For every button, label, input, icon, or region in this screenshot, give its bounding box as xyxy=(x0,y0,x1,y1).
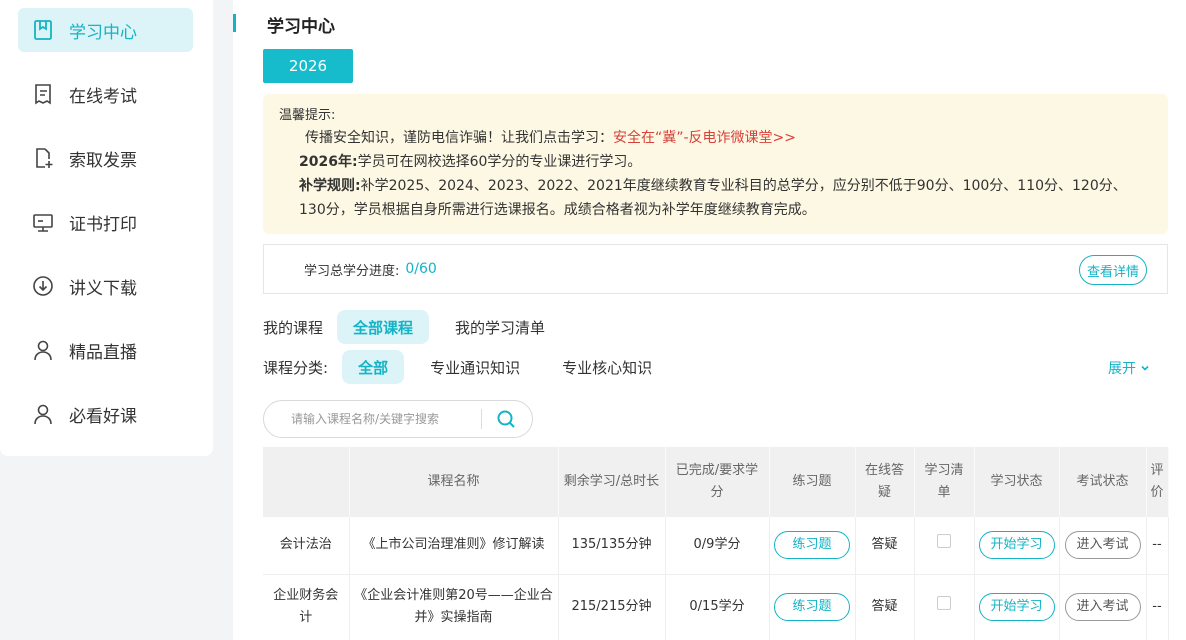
notice-text: 补学2025、2024、2023、2022、2021年度继续教育专业科目的总学分… xyxy=(299,178,1127,218)
study-list-cell xyxy=(914,574,975,640)
sidebar-item-online-exam[interactable]: 在线考试 xyxy=(18,72,193,116)
course-time: 215/215分钟 xyxy=(558,574,666,640)
monitor-icon xyxy=(32,211,54,233)
download-icon xyxy=(32,275,54,297)
course-credit: 0/15学分 xyxy=(665,574,770,640)
notice-text: 学员可在网校选择60学分的专业课进行学习。 xyxy=(357,154,642,170)
anti-fraud-link[interactable]: 安全在“冀”-反电诈微课堂>> xyxy=(613,130,796,146)
search-icon[interactable] xyxy=(496,409,516,429)
sidebar-item-invoice[interactable]: 索取发票 xyxy=(18,136,193,180)
study-list-cell xyxy=(914,517,975,575)
category-core-knowledge[interactable]: 专业核心知识 xyxy=(546,350,668,384)
tab-all-courses[interactable]: 全部课程 xyxy=(337,310,430,344)
notice-bold-label: 2026年: xyxy=(299,154,358,170)
col-header-study-list: 学习清单 xyxy=(914,447,975,517)
start-study-button[interactable]: 开始学习 xyxy=(978,531,1055,560)
notice-bold-label: 补学规则: xyxy=(299,178,361,194)
user-icon xyxy=(32,339,54,361)
exam-icon xyxy=(32,83,54,105)
sidebar-item-label: 讲义下载 xyxy=(69,278,137,299)
tab-year[interactable]: 2026 xyxy=(263,49,353,83)
course-tabs: 我的课程 全部课程 我的学习清单 xyxy=(263,310,571,344)
course-table: 课程名称 剩余学习/总时长 已完成/要求学分 练习题 在线答疑 学习清单 学习状… xyxy=(263,447,1169,640)
table-row: 企业财务会计 《企业会计准则第20号——企业合并》实操指南 215/215分钟 … xyxy=(263,574,1169,640)
category-filter: 课程分类: 全部 专业通识知识 专业核心知识 xyxy=(263,350,678,384)
expand-button[interactable]: 展开 xyxy=(1108,358,1150,378)
user-icon xyxy=(32,403,54,425)
enter-exam-button[interactable]: 进入考试 xyxy=(1064,531,1141,560)
exam-status-cell: 进入考试 xyxy=(1059,574,1147,640)
study-list-checkbox[interactable] xyxy=(937,596,951,610)
col-header-credits: 已完成/要求学分 xyxy=(665,447,770,517)
progress-value: 0/60 xyxy=(405,261,437,277)
search-box xyxy=(263,400,533,438)
sidebar-item-label: 证书打印 xyxy=(69,214,137,235)
col-header-practice: 练习题 xyxy=(769,447,856,517)
course-tabs-label: 我的课程 xyxy=(263,318,324,337)
col-header-rating: 评价 xyxy=(1146,447,1169,517)
rating-value: -- xyxy=(1146,574,1169,640)
sidebar-item-label: 在线考试 xyxy=(69,86,137,107)
notice-line-1: 传播安全知识，谨防电信诈骗！让我们点击学习：安全在“冀”-反电诈微课堂>> xyxy=(279,126,1152,150)
progress-label: 学习总学分进度: xyxy=(304,263,400,279)
start-study-button[interactable]: 开始学习 xyxy=(978,593,1055,621)
notice-line-2: 2026年:学员可在网校选择60学分的专业课进行学习。 xyxy=(279,150,1152,174)
qa-link[interactable]: 答疑 xyxy=(855,574,915,640)
sidebar-item-must-watch[interactable]: 必看好课 xyxy=(18,392,193,436)
col-header-exam-status: 考试状态 xyxy=(1059,447,1147,517)
enter-exam-button[interactable]: 进入考试 xyxy=(1064,593,1141,621)
sidebar: 学习中心 在线考试 索取发票 证书打印 讲义下载 精品直播 必看好课 xyxy=(0,0,213,456)
main-content: 学习中心 2026 温馨提示: 传播安全知识，谨防电信诈骗！让我们点击学习：安全… xyxy=(233,0,1186,640)
course-name: 《上市公司治理准则》修订解读 xyxy=(349,517,559,575)
search-divider xyxy=(481,409,482,429)
sidebar-item-certificate[interactable]: 证书打印 xyxy=(18,200,193,244)
notice-box: 温馨提示: 传播安全知识，谨防电信诈骗！让我们点击学习：安全在“冀”-反电诈微课… xyxy=(263,94,1168,234)
sidebar-item-label: 学习中心 xyxy=(69,22,137,43)
exam-status-cell: 进入考试 xyxy=(1059,517,1147,575)
practice-cell: 练习题 xyxy=(769,574,856,640)
course-name: 《企业会计准则第20号——企业合并》实操指南 xyxy=(349,574,559,640)
title-accent-bar xyxy=(233,14,236,32)
chevron-down-icon xyxy=(1140,363,1150,373)
col-header-qa: 在线答疑 xyxy=(855,447,915,517)
rating-value: -- xyxy=(1146,517,1169,575)
book-icon xyxy=(32,19,54,41)
study-status-cell: 开始学习 xyxy=(974,574,1060,640)
table-row: 会计法治 《上市公司治理准则》修订解读 135/135分钟 0/9学分 练习题 … xyxy=(263,517,1169,575)
study-list-checkbox[interactable] xyxy=(937,534,951,549)
practice-cell: 练习题 xyxy=(769,517,856,575)
course-time: 135/135分钟 xyxy=(558,517,666,575)
practice-button[interactable]: 练习题 xyxy=(774,593,850,621)
view-details-button[interactable]: 查看详情 xyxy=(1079,255,1147,285)
course-credit: 0/9学分 xyxy=(665,517,770,575)
col-header-category xyxy=(263,447,350,517)
notice-heading: 温馨提示: xyxy=(279,108,336,123)
col-header-course-name: 课程名称 xyxy=(349,447,559,517)
expand-label: 展开 xyxy=(1108,361,1136,377)
table-header-row: 课程名称 剩余学习/总时长 已完成/要求学分 练习题 在线答疑 学习清单 学习状… xyxy=(263,447,1169,517)
credit-progress: 学习总学分进度: 0/60 查看详情 xyxy=(263,244,1168,294)
invoice-icon xyxy=(32,147,54,169)
course-category: 企业财务会计 xyxy=(263,574,350,640)
col-header-remaining-time: 剩余学习/总时长 xyxy=(558,447,666,517)
study-status-cell: 开始学习 xyxy=(974,517,1060,575)
practice-button[interactable]: 练习题 xyxy=(774,531,850,560)
sidebar-item-label: 索取发票 xyxy=(69,150,137,171)
notice-line-3: 补学规则:补学2025、2024、2023、2022、2021年度继续教育专业科… xyxy=(279,174,1152,222)
category-label: 课程分类: xyxy=(263,358,329,377)
category-all[interactable]: 全部 xyxy=(342,350,405,384)
sidebar-item-label: 精品直播 xyxy=(69,342,137,363)
course-category: 会计法治 xyxy=(263,517,350,575)
col-header-study-status: 学习状态 xyxy=(974,447,1060,517)
qa-link[interactable]: 答疑 xyxy=(855,517,915,575)
notice-text: 传播安全知识，谨防电信诈骗！让我们点击学习： xyxy=(305,130,613,146)
sidebar-item-handout-download[interactable]: 讲义下载 xyxy=(18,264,193,308)
page-title: 学习中心 xyxy=(267,17,335,37)
search-input[interactable] xyxy=(291,412,471,426)
sidebar-item-live[interactable]: 精品直播 xyxy=(18,328,193,372)
tab-my-study-list[interactable]: 我的学习清单 xyxy=(439,310,561,344)
sidebar-item-label: 必看好课 xyxy=(69,406,137,427)
sidebar-item-learning-center[interactable]: 学习中心 xyxy=(18,8,193,52)
category-general-knowledge[interactable]: 专业通识知识 xyxy=(414,350,536,384)
